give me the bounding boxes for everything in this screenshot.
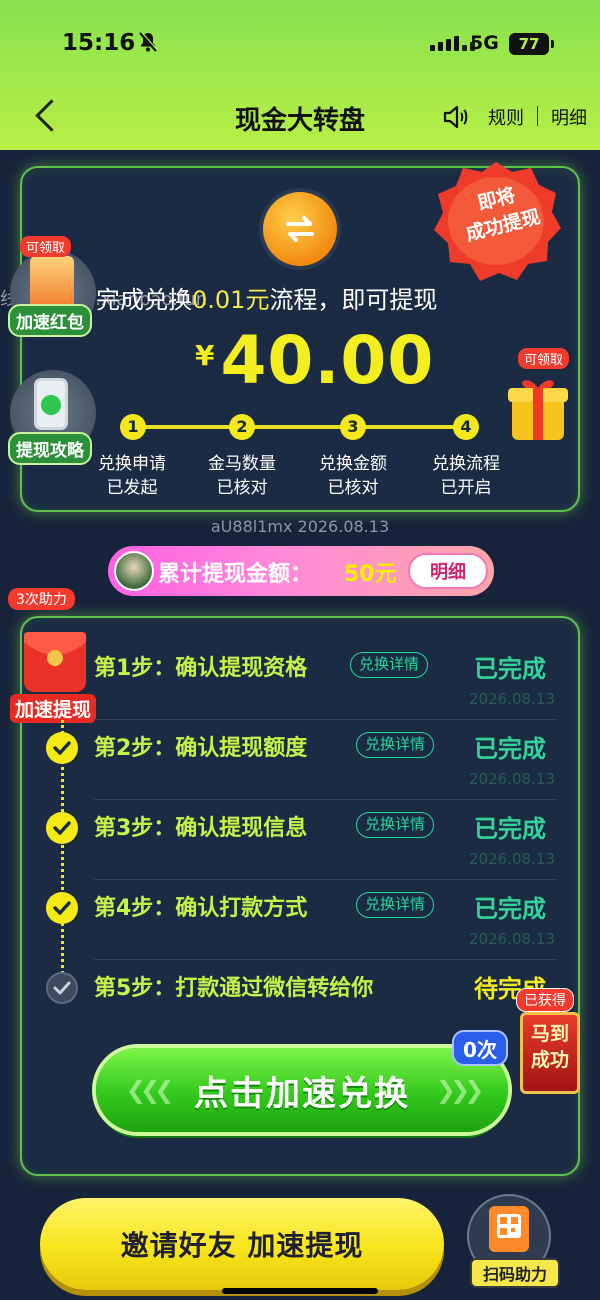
- redpacket-label[interactable]: 加速红包: [8, 304, 92, 337]
- exchange-headline: 完成兑换0.01元流程，即可提现: [96, 286, 438, 314]
- step-status: 已完成: [474, 895, 546, 923]
- step-text: 第4步：确认打款方式: [94, 896, 308, 921]
- check-icon: [46, 892, 78, 924]
- help-count-badge: 3次助力: [8, 588, 75, 610]
- boost-count-badge: 0次: [452, 1030, 508, 1066]
- reward-card[interactable]: 马到 成功: [520, 1012, 580, 1094]
- detail-link[interactable]: 明细: [551, 104, 587, 130]
- network-type: 5G: [470, 32, 499, 54]
- progress-step-label: 兑换金额 已核对: [319, 454, 387, 498]
- header-area: 15:16 5G 77 现金大转盘 规则 明细: [0, 0, 600, 150]
- progress-step-dot: 2: [229, 414, 255, 440]
- user-id-date: aU88l1mx 2026.08.13: [210, 517, 390, 536]
- withdraw-step-row: 第1步：确认提现资格 兑换详情 已完成 2026.08.13: [44, 640, 560, 720]
- redpacket-badge: 可领取: [20, 236, 72, 257]
- withdraw-step-row: 第2步：确认提现额度 兑换详情 已完成 2026.08.13: [44, 720, 560, 800]
- exchange-detail-link[interactable]: 兑换详情: [356, 892, 435, 918]
- phone-wechat-icon: [34, 378, 68, 430]
- qr-code-icon: [489, 1206, 529, 1252]
- step-date: 2026.08.13: [469, 850, 555, 868]
- check-icon: [46, 812, 78, 844]
- progress-line: [133, 425, 468, 429]
- progress-step-label: 兑换流程 已开启: [432, 454, 500, 498]
- speed-exchange-button[interactable]: ❮❮❮ 点击加速兑换 ❯❯❯: [96, 1048, 508, 1132]
- scan-help-label[interactable]: 扫码助力: [470, 1258, 560, 1288]
- exchange-detail-link[interactable]: 兑换详情: [356, 812, 435, 838]
- gift-box-icon[interactable]: [502, 368, 582, 448]
- progress-step-dot: 4: [453, 414, 479, 440]
- status-bar: 15:16 5G 77: [0, 0, 600, 88]
- status-time: 15:16: [62, 30, 136, 56]
- progress-step-label: 金马数量 已核对: [208, 454, 276, 498]
- step-date: 2026.08.13: [469, 770, 555, 788]
- redpacket-icon: [30, 256, 74, 310]
- total-detail-button[interactable]: 明细: [408, 553, 488, 589]
- step-text: 第1步：确认提现资格: [94, 656, 308, 681]
- avatar: [114, 551, 154, 591]
- exchange-swap-icon: [263, 192, 337, 266]
- pending-check-icon: [46, 972, 78, 1004]
- invite-friends-label: 邀请好友 加速提现: [120, 1229, 364, 1262]
- step-text: 第2步：确认提现额度: [94, 736, 308, 761]
- speaker-icon[interactable]: [440, 102, 470, 132]
- step-text: 第5步：打款通过微信转给你: [94, 976, 374, 1001]
- step-status: 已完成: [474, 735, 546, 763]
- signal-icon: [430, 36, 475, 51]
- total-withdraw-label: 累计提现金额：: [158, 562, 313, 587]
- progress-step-dot: 3: [340, 414, 366, 440]
- progress-step-dot: 1: [120, 414, 146, 440]
- chevrons-right-icon: ❯❯❯: [436, 1076, 484, 1104]
- home-indicator: [222, 1288, 378, 1294]
- step-status: 已完成: [474, 655, 546, 683]
- exchange-detail-link[interactable]: 兑换详情: [350, 652, 429, 678]
- total-withdraw-amount: 50元: [344, 562, 397, 587]
- step-status: 已完成: [474, 815, 546, 843]
- withdraw-step-row: 第4步：确认打款方式 兑换详情 已完成 2026.08.13: [44, 880, 560, 960]
- withdraw-step-row: 第5步：打款通过微信转给你 待完成: [44, 960, 560, 1040]
- invite-friends-button[interactable]: 邀请好友 加速提现: [40, 1198, 444, 1290]
- progress-step-label: 兑换申请 已发起: [98, 454, 166, 498]
- mute-bell-icon: [136, 30, 160, 54]
- nav-bar: 现金大转盘 规则 明细: [0, 88, 600, 146]
- step-date: 2026.08.13: [469, 690, 555, 708]
- guide-label[interactable]: 提现攻略: [8, 432, 92, 465]
- currency-symbol: ¥: [195, 339, 215, 372]
- rules-link[interactable]: 规则: [488, 104, 524, 130]
- battery-icon: 77: [509, 33, 554, 55]
- reward-badge: 已获得: [516, 988, 574, 1012]
- nav-divider: [537, 106, 538, 126]
- withdraw-step-row: 第3步：确认提现信息 兑换详情 已完成 2026.08.13: [44, 800, 560, 880]
- amount-value: 40.00: [220, 322, 435, 399]
- check-icon: [46, 732, 78, 764]
- withdraw-amount: ¥40.00: [195, 322, 434, 399]
- step-text: 第3步：确认提现信息: [94, 816, 308, 841]
- exchange-detail-link[interactable]: 兑换详情: [356, 732, 435, 758]
- step-date: 2026.08.13: [469, 930, 555, 948]
- gift-badge: 可领取: [518, 348, 570, 369]
